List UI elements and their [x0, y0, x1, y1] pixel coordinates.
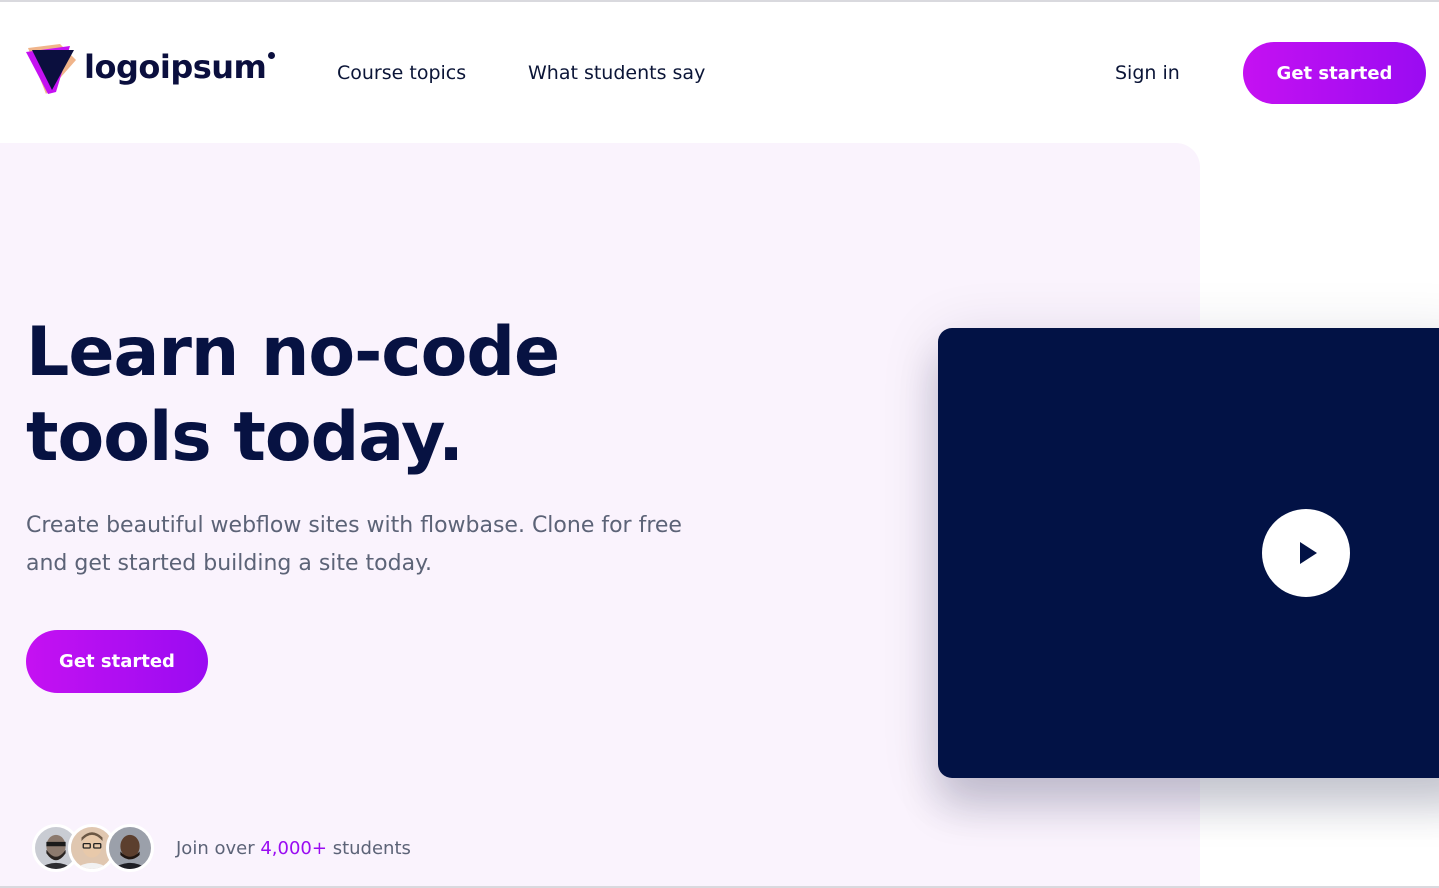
logo-wordmark: logoipsum: [84, 48, 267, 86]
play-icon: [1300, 542, 1317, 564]
student-avatars: [32, 824, 162, 874]
header-get-started-button[interactable]: Get started: [1243, 42, 1426, 104]
logo-text: logoipsum: [84, 48, 276, 86]
hero-subtitle-line-2: and get started building a site today.: [26, 551, 432, 576]
students-suffix: students: [332, 838, 411, 859]
students-count-text: Join over 4,000+ students: [176, 838, 411, 859]
hero-title-line-2: tools today.: [26, 398, 464, 477]
students-prefix: Join over: [176, 838, 255, 859]
video-player[interactable]: [938, 328, 1439, 778]
hero-get-started-button[interactable]: Get started: [26, 630, 208, 693]
avatar-photo-3: [109, 827, 151, 869]
nav-what-students-say[interactable]: What students say: [528, 62, 705, 84]
hero-title-line-1: Learn no-code: [26, 313, 560, 392]
play-button[interactable]: [1262, 509, 1350, 597]
students-count: 4,000+: [260, 838, 327, 859]
hero-title: Learn no-code tools today.: [26, 310, 666, 480]
sign-in-link[interactable]: Sign in: [1115, 62, 1180, 84]
avatar: [106, 824, 154, 872]
logo-icon: [26, 44, 76, 94]
page: logoipsum Course topics What students sa…: [0, 0, 1439, 888]
logo-link[interactable]: logoipsum: [26, 42, 276, 96]
logo-dot: [268, 52, 276, 59]
hero-subtitle-line-1: Create beautiful webflow sites with flow…: [26, 513, 682, 538]
nav-course-topics[interactable]: Course topics: [337, 62, 466, 84]
hero-subtitle: Create beautiful webflow sites with flow…: [26, 507, 746, 583]
